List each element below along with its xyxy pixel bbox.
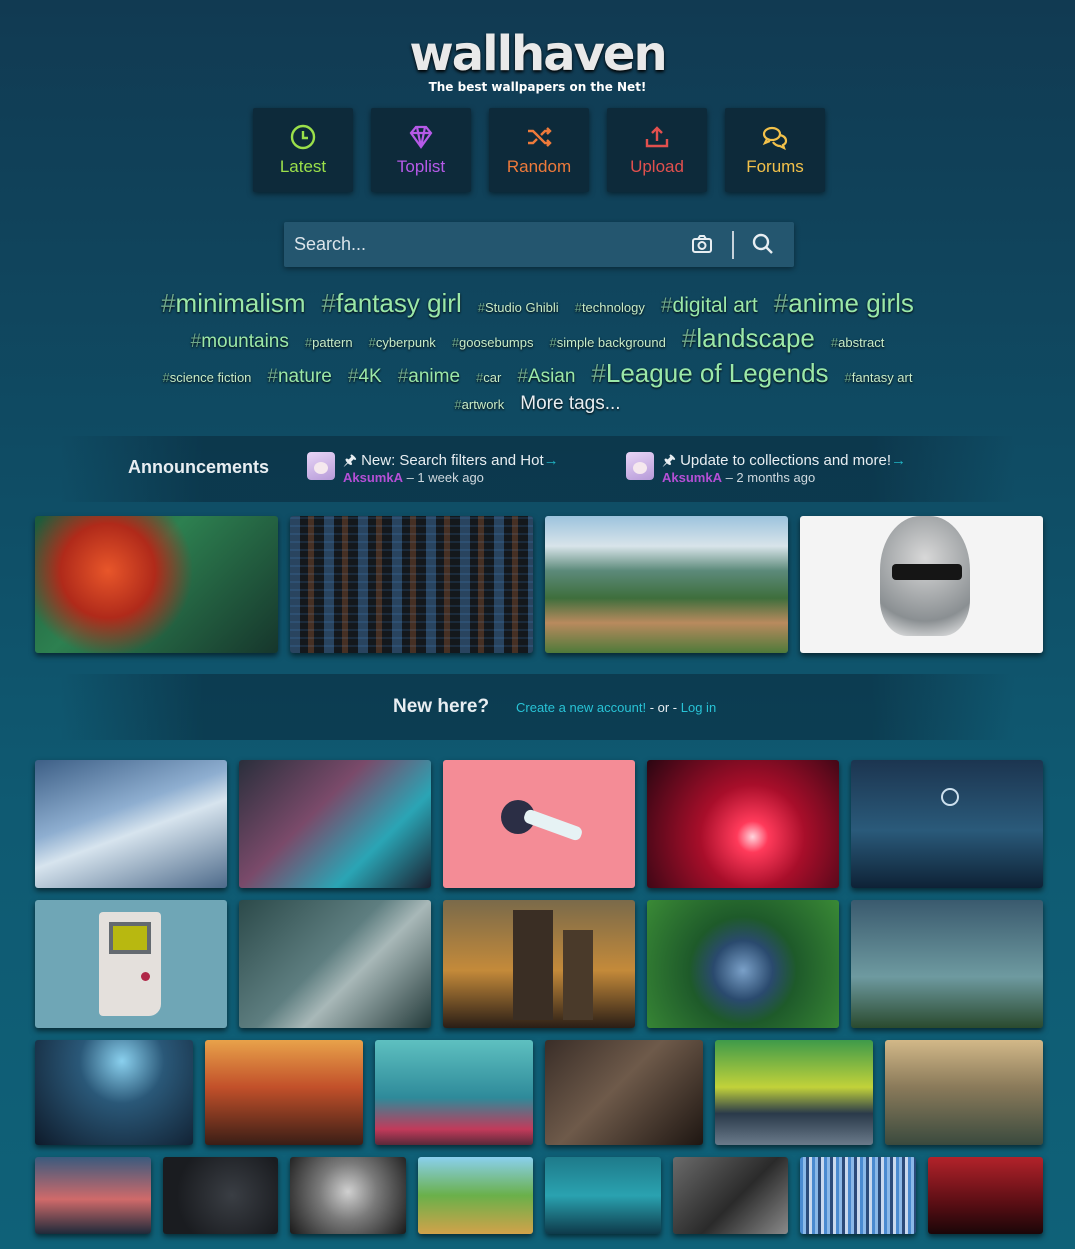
avatar [307, 452, 335, 480]
wallpaper-thumbnail[interactable] [545, 516, 788, 653]
wallpaper-thumbnail[interactable] [35, 1157, 151, 1234]
shuffle-icon [528, 127, 552, 147]
nav-forums-label: Forums [746, 157, 804, 176]
tag-link[interactable]: #Studio Ghibli [478, 300, 559, 315]
login-link[interactable]: Log in [681, 700, 716, 715]
search-icon[interactable] [752, 233, 774, 255]
search-divider [732, 231, 734, 259]
wallpaper-thumbnail[interactable] [205, 1040, 363, 1145]
camera-icon[interactable] [691, 233, 713, 255]
announcements-title: Announcements [128, 457, 270, 477]
wallpaper-thumbnail[interactable] [851, 900, 1043, 1028]
wallpaper-thumbnail[interactable] [928, 1157, 1043, 1234]
create-account-link[interactable]: Create a new account! [516, 700, 646, 715]
tag-link[interactable]: #digital art [661, 294, 758, 318]
tag-row: #mountains #pattern #cyberpunk #goosebum… [40, 323, 1035, 354]
author-link[interactable]: AksumkA [343, 470, 403, 485]
wallpaper-thumbnail[interactable] [290, 516, 533, 653]
tag-link[interactable]: #nature [267, 366, 331, 388]
wallpaper-thumbnail[interactable] [443, 900, 635, 1028]
announcement-meta: AksumkA – 1 week ago [343, 470, 484, 485]
wallpaper-thumbnail[interactable] [35, 1040, 193, 1145]
arrow-right-icon: → [543, 452, 559, 469]
site-logo[interactable]: wallhaven The best wallpapers on the Net… [0, 26, 1075, 94]
nav-random-button[interactable]: Random [489, 108, 589, 192]
nav-forums-button[interactable]: Forums [725, 108, 825, 192]
wallpaper-thumbnail[interactable] [851, 760, 1043, 888]
nav-toplist-label: Toplist [396, 157, 446, 176]
wallpaper-thumbnail[interactable] [885, 1040, 1043, 1145]
upload-icon [645, 126, 669, 148]
wallpaper-thumbnail[interactable] [545, 1157, 661, 1234]
wallpaper-thumbnail[interactable] [673, 1157, 788, 1234]
popular-tags: #minimalism #fantasy girl #Studio Ghibli… [40, 288, 1035, 419]
wallpaper-thumbnail[interactable] [239, 900, 431, 1028]
arrow-right-icon: → [891, 452, 907, 469]
chat-bubbles-icon [762, 126, 788, 151]
tag-link[interactable]: #car [476, 370, 501, 385]
search-bar [284, 222, 794, 267]
tag-link[interactable]: #goosebumps [452, 335, 534, 350]
tag-link[interactable]: #cyberpunk [369, 335, 436, 350]
tag-link[interactable]: #anime [398, 366, 460, 388]
more-tags-link[interactable]: More tags... [520, 393, 620, 415]
wallpaper-thumbnail[interactable] [375, 1040, 533, 1145]
wallpaper-thumbnail[interactable] [290, 1157, 406, 1234]
tag-link[interactable]: #pattern [305, 335, 353, 350]
tag-link[interactable]: #science fiction [163, 370, 252, 385]
tag-link[interactable]: #landscape [682, 323, 815, 354]
wallpaper-thumbnail[interactable] [715, 1040, 873, 1145]
tag-link[interactable]: #fantasy art [845, 370, 913, 385]
tag-link[interactable]: #4K [348, 366, 382, 388]
wallpaper-thumbnail[interactable] [800, 1157, 916, 1234]
nav-upload-label: Upload [630, 157, 684, 176]
tag-link[interactable]: #anime girls [774, 288, 914, 319]
wallpaper-thumbnail[interactable] [443, 760, 635, 888]
wallpaper-thumbnail[interactable] [239, 760, 431, 888]
wallpaper-thumbnail[interactable] [35, 900, 227, 1028]
tag-row: #artwork More tags... [40, 393, 1035, 415]
tag-link[interactable]: #minimalism [161, 288, 305, 319]
nav-toplist-button[interactable]: Toplist [371, 108, 471, 192]
tag-link[interactable]: #fantasy girl [322, 288, 462, 319]
nav-random-label: Random [506, 157, 572, 176]
logo-wordmark: wallhaven [409, 26, 667, 82]
wallpaper-thumbnail[interactable] [647, 760, 839, 888]
main-nav: Latest Toplist Random Upload Forums [253, 108, 825, 192]
tag-link[interactable]: #artwork [454, 397, 504, 412]
wallpaper-thumbnail[interactable] [35, 760, 227, 888]
clock-icon [290, 124, 316, 150]
search-input[interactable] [284, 222, 674, 267]
tag-link[interactable]: #League of Legends [591, 358, 828, 389]
wallpaper-thumbnail[interactable] [35, 516, 278, 653]
tag-row: #minimalism #fantasy girl #Studio Ghibli… [40, 288, 1035, 319]
author-link[interactable]: AksumkA [662, 470, 722, 485]
diamond-icon [409, 125, 433, 149]
new-here-section: New here? Create a new account! - or - L… [393, 696, 717, 717]
tag-link[interactable]: #technology [575, 300, 645, 315]
tag-link[interactable]: #simple background [550, 335, 666, 350]
wallpaper-thumbnail[interactable] [163, 1157, 278, 1234]
nav-latest-label: Latest [279, 157, 327, 176]
tag-link[interactable]: #abstract [831, 335, 884, 350]
nav-latest-button[interactable]: Latest [253, 108, 353, 192]
tag-link[interactable]: #Asian [517, 366, 575, 388]
wallpaper-thumbnail[interactable] [545, 1040, 703, 1145]
tag-link[interactable]: #mountains [191, 331, 289, 353]
wallpaper-thumbnail[interactable] [800, 516, 1043, 653]
tag-row: #science fiction #nature #4K #anime #car… [40, 358, 1035, 389]
nav-upload-button[interactable]: Upload [607, 108, 707, 192]
announcement-meta: AksumkA – 2 months ago [662, 470, 816, 485]
wallpaper-thumbnail[interactable] [418, 1157, 533, 1234]
avatar [626, 452, 654, 480]
wallpaper-thumbnail[interactable] [647, 900, 839, 1028]
new-here-title: New here? [393, 696, 490, 717]
logo-tagline: The best wallpapers on the Net! [428, 80, 647, 94]
